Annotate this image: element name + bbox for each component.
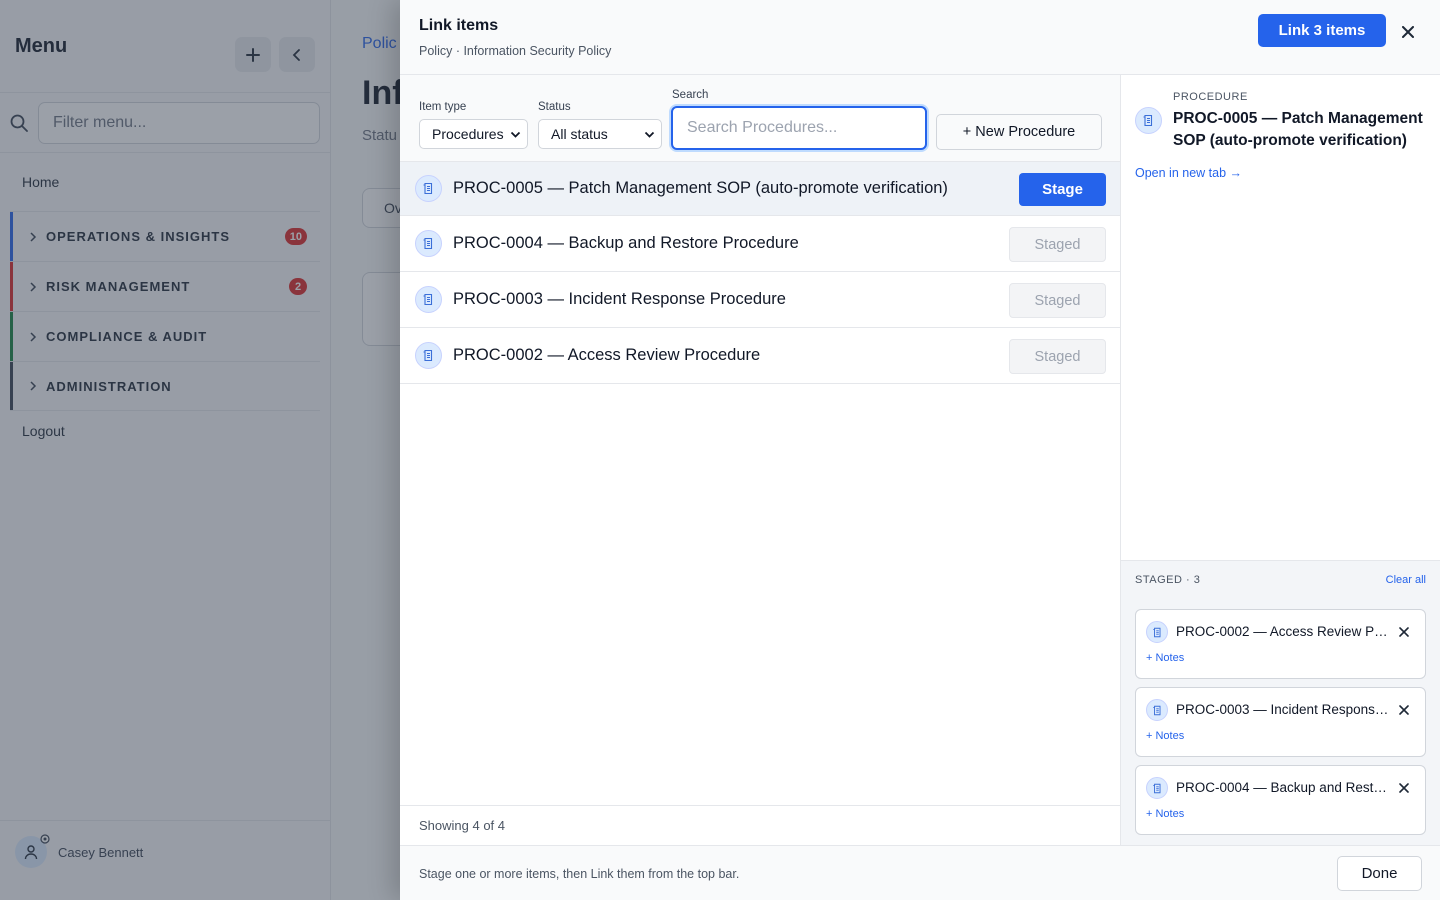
result-row[interactable]: PROC-0004 — Backup and Restore Procedure… — [400, 216, 1120, 272]
procedure-icon — [1135, 107, 1162, 134]
staged-button: Staged — [1009, 339, 1106, 374]
procedure-icon — [1146, 777, 1168, 799]
staged-item: PROC-0003 — Incident Response Procedure … — [1135, 687, 1426, 757]
open-in-new-tab-link[interactable]: Open in new tab → — [1135, 166, 1242, 180]
status-label: Status — [538, 101, 571, 113]
procedure-icon — [1146, 621, 1168, 643]
done-button[interactable]: Done — [1337, 856, 1422, 891]
preview-pane: PROCEDURE PROC-0005 — Patch Management S… — [1121, 75, 1440, 845]
status-value: All status — [551, 126, 608, 142]
item-type-select[interactable]: Procedures — [419, 119, 528, 149]
result-row[interactable]: PROC-0005 — Patch Management SOP (auto-p… — [400, 162, 1120, 216]
result-title: PROC-0003 — Incident Response Procedure — [453, 290, 786, 308]
search-input[interactable]: Search Procedures... — [671, 106, 927, 150]
staged-item-title: PROC-0004 — Backup and Restore Procedure — [1176, 780, 1390, 795]
modal-title: Link items — [419, 17, 499, 34]
remove-staged-icon[interactable] — [1399, 705, 1409, 715]
result-title: PROC-0004 — Backup and Restore Procedure — [453, 234, 799, 252]
procedure-icon — [415, 342, 442, 369]
filter-bar: Item type Procedures Status All status S… — [400, 75, 1120, 162]
search-label: Search — [672, 89, 709, 101]
modal-footer: Stage one or more items, then Link them … — [400, 845, 1440, 900]
modal-header: Link items Policy · Information Security… — [400, 0, 1440, 75]
staged-item: PROC-0004 — Backup and Restore Procedure… — [1135, 765, 1426, 835]
procedure-icon — [415, 286, 442, 313]
chevron-down-icon — [644, 131, 655, 138]
link-items-modal: Link items Policy · Information Security… — [400, 0, 1440, 900]
remove-staged-icon[interactable] — [1399, 783, 1409, 793]
modal-subtitle: Policy · Information Security Policy — [419, 44, 612, 58]
status-select[interactable]: All status — [538, 119, 662, 149]
staged-button: Staged — [1009, 283, 1106, 318]
result-title: PROC-0002 — Access Review Procedure — [453, 346, 761, 364]
staged-item-title: PROC-0003 — Incident Response Procedure — [1176, 702, 1390, 717]
results-count: Showing 4 of 4 — [400, 805, 1120, 845]
item-type-value: Procedures — [432, 126, 504, 142]
add-notes-link[interactable]: + Notes — [1146, 808, 1184, 820]
results-pane: Item type Procedures Status All status S… — [400, 75, 1121, 845]
item-type-label: Item type — [419, 101, 467, 113]
clear-all-link[interactable]: Clear all — [1386, 574, 1426, 586]
procedure-icon — [415, 175, 442, 202]
result-title: PROC-0005 — Patch Management SOP (auto-p… — [453, 179, 948, 197]
add-notes-link[interactable]: + Notes — [1146, 652, 1184, 664]
footer-hint: Stage one or more items, then Link them … — [419, 867, 740, 881]
staged-panel: STAGED · 3 Clear all PROC-0002 — Access … — [1121, 560, 1440, 845]
procedure-icon — [415, 230, 442, 257]
preview-type: PROCEDURE — [1173, 91, 1248, 103]
procedure-icon — [1146, 699, 1168, 721]
link-items-button[interactable]: Link 3 items — [1258, 14, 1386, 47]
result-row[interactable]: PROC-0002 — Access Review Procedure Stag… — [400, 328, 1120, 384]
staged-button: Staged — [1009, 227, 1106, 262]
staged-item: PROC-0002 — Access Review Procedure + No… — [1135, 609, 1426, 679]
staged-label: STAGED · 3 — [1135, 574, 1201, 586]
close-modal-button[interactable] — [1398, 22, 1418, 42]
chevron-down-icon — [510, 131, 521, 138]
staged-item-title: PROC-0002 — Access Review Procedure — [1176, 624, 1390, 639]
close-icon — [1402, 26, 1414, 38]
new-procedure-button[interactable]: + New Procedure — [936, 114, 1102, 150]
search-placeholder: Search Procedures... — [687, 119, 838, 136]
preview-title: PROC-0005 — Patch Management SOP (auto-p… — [1173, 110, 1423, 149]
add-notes-link[interactable]: + Notes — [1146, 730, 1184, 742]
remove-staged-icon[interactable] — [1399, 627, 1409, 637]
stage-button[interactable]: Stage — [1019, 173, 1106, 206]
result-row[interactable]: PROC-0003 — Incident Response Procedure … — [400, 272, 1120, 328]
